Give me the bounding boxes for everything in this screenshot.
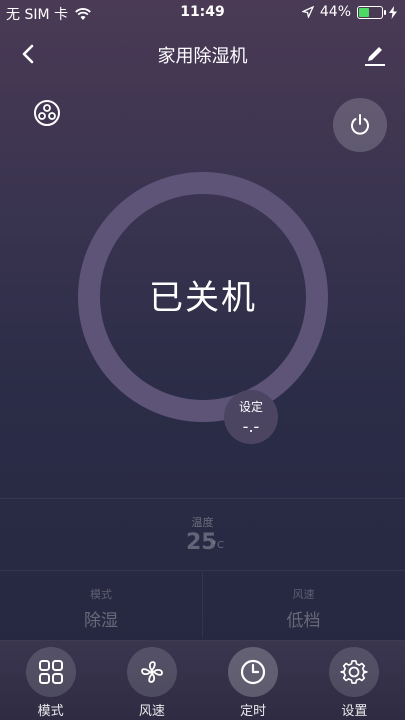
temperature-section: 温度 25 °C [0, 500, 405, 570]
tab-settings[interactable]: 设置 [304, 641, 405, 720]
tab-settings-circle[interactable] [329, 647, 380, 697]
edit-button[interactable] [361, 40, 389, 68]
page-title: 家用除湿机 [157, 46, 248, 67]
battery-icon [357, 5, 386, 19]
tab-timer[interactable]: 定时 [203, 641, 304, 720]
status-bar: 无 SIM 卡 11:49 44% [0, 0, 405, 26]
tab-speed-label: 风速 [138, 704, 165, 719]
pencil-icon [365, 47, 385, 66]
divider [0, 498, 405, 499]
temperature-unit: °C [212, 540, 224, 551]
divider [0, 570, 405, 571]
mode-speed-panel: 模式 除湿 风速 低档 [0, 572, 405, 638]
tab-mode-circle[interactable] [25, 647, 76, 697]
power-button[interactable] [333, 98, 387, 152]
speed-label: 风速 [292, 588, 315, 601]
battery-fill [359, 7, 369, 17]
tab-settings-label: 设置 [341, 704, 368, 719]
device-status: 已关机 [149, 278, 257, 318]
bottom-tab-bar: 模式 风速 定时 设置 [0, 640, 405, 720]
nav-bar: 家用除湿机 [0, 34, 405, 74]
fan-mode-icon[interactable] [32, 98, 62, 128]
tab-mode-label: 模式 [37, 704, 64, 719]
set-label: 设定 [238, 400, 263, 414]
charging-bolt-icon [389, 5, 397, 19]
power-icon [351, 114, 369, 135]
mode-cell: 模式 除湿 [0, 572, 202, 638]
temperature-label: 温度 [191, 516, 214, 529]
set-value-badge[interactable]: 设定 -.- [224, 390, 278, 444]
mode-label: 模式 [90, 588, 112, 601]
speed-value: 低档 [286, 611, 321, 631]
location-arrow-icon [301, 6, 314, 18]
clock-icon [241, 659, 266, 685]
speed-cell: 风速 低档 [202, 572, 404, 638]
tab-mode[interactable]: 模式 [0, 641, 101, 720]
status-right: 44% [301, 4, 397, 20]
tab-timer-label: 定时 [240, 704, 267, 719]
tab-speed[interactable]: 风速 [101, 641, 202, 720]
tab-speed-circle[interactable] [126, 647, 177, 697]
mode-value: 除湿 [84, 611, 118, 631]
gear-icon [340, 660, 369, 684]
grid-icon [38, 660, 63, 684]
fan-icon [140, 661, 163, 683]
set-value: -.- [242, 417, 260, 436]
tab-timer-circle[interactable] [228, 647, 279, 697]
battery-percent: 44% [319, 4, 351, 20]
